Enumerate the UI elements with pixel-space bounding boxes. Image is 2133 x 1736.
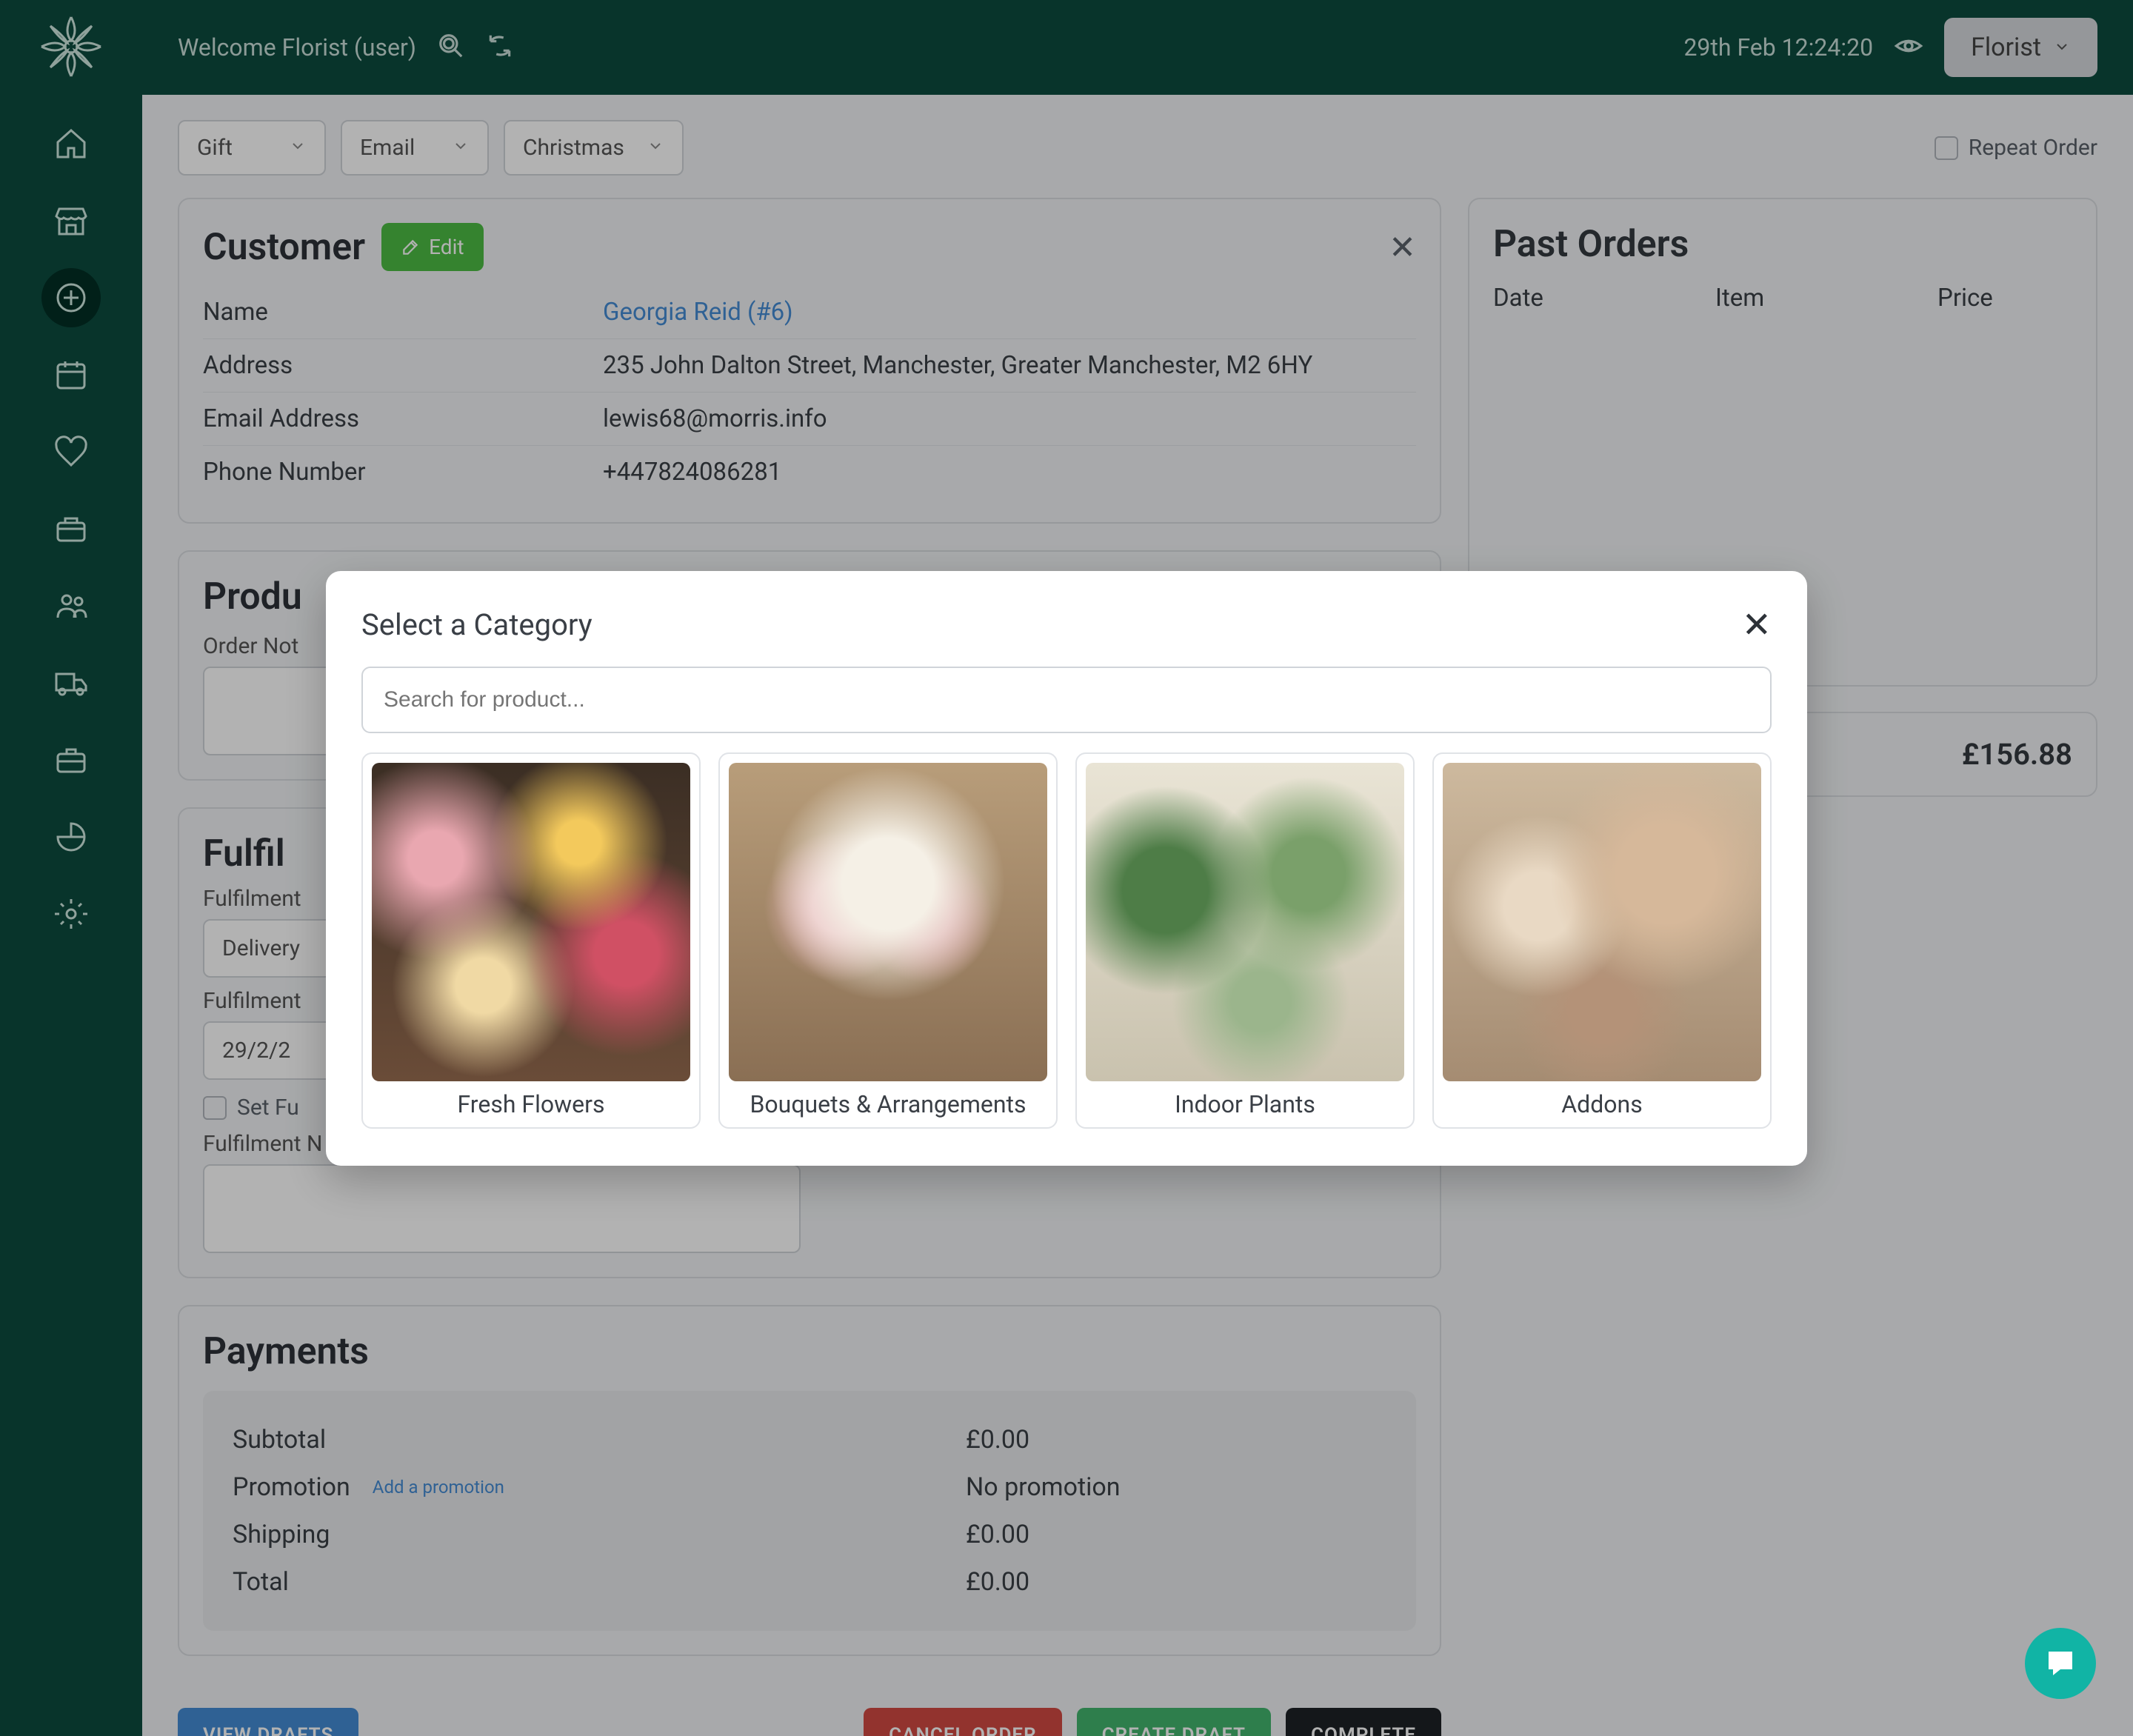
search-input[interactable]	[361, 667, 1772, 733]
category-bouquets[interactable]: Bouquets & Arrangements	[718, 752, 1058, 1129]
category-label: Indoor Plants	[1086, 1090, 1404, 1118]
category-label: Fresh Flowers	[372, 1090, 690, 1118]
category-addons[interactable]: Addons	[1432, 752, 1772, 1129]
category-label: Addons	[1443, 1090, 1761, 1118]
category-label: Bouquets & Arrangements	[729, 1090, 1047, 1118]
close-icon[interactable]: ✕	[1742, 604, 1772, 646]
category-fresh-flowers[interactable]: Fresh Flowers	[361, 752, 701, 1129]
category-modal: Select a Category ✕ Fresh Flowers Bouque…	[326, 571, 1807, 1166]
bouquets-image	[729, 763, 1047, 1081]
category-indoor-plants[interactable]: Indoor Plants	[1075, 752, 1415, 1129]
indoor-plants-image	[1086, 763, 1404, 1081]
chat-button[interactable]	[2025, 1628, 2096, 1699]
addons-image	[1443, 763, 1761, 1081]
modal-title: Select a Category	[361, 607, 592, 642]
modal-overlay[interactable]: Select a Category ✕ Fresh Flowers Bouque…	[0, 0, 2133, 1736]
fresh-flowers-image	[372, 763, 690, 1081]
